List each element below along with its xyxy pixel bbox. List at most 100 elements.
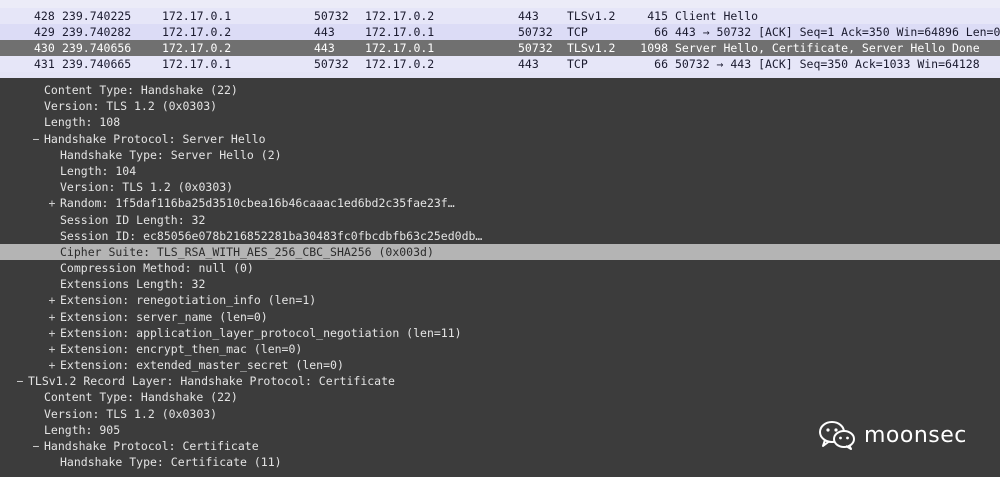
collapse-toggle-icon[interactable]: − bbox=[15, 373, 25, 389]
tree-item[interactable]: Content Type: Handshake (22) bbox=[0, 82, 1000, 98]
tree-item-label: Handshake Protocol: Server Hello bbox=[44, 132, 266, 146]
wechat-icon bbox=[819, 421, 855, 450]
tree-item-collapsed[interactable]: + Extension: encrypt_then_mac (len=0) bbox=[0, 341, 1000, 357]
tree-item[interactable]: Length: 104 bbox=[0, 163, 1000, 179]
packet-row[interactable]: 431 239.740665 172.17.0.1 50732 172.17.0… bbox=[0, 56, 1000, 72]
expand-toggle-icon[interactable]: + bbox=[47, 357, 57, 373]
packet-source: 172.17.0.2 bbox=[162, 25, 232, 39]
tree-item[interactable]: Length: 108 bbox=[0, 114, 1000, 130]
tree-item-label: Handshake Protocol: Certificate bbox=[44, 439, 259, 453]
tree-item-label: Extension: encrypt_then_mac (len=0) bbox=[60, 342, 303, 356]
tree-item[interactable]: Version: TLS 1.2 (0x0303) bbox=[0, 98, 1000, 114]
packet-time: 239.740225 bbox=[62, 9, 132, 23]
tree-item-label: Length: 104 bbox=[60, 164, 137, 178]
packet-length: 66 bbox=[654, 25, 668, 39]
packet-source: 172.17.0.1 bbox=[162, 9, 232, 23]
packet-src-port: 443 bbox=[314, 41, 335, 55]
tree-item-label: Content Type: Handshake (22) bbox=[44, 390, 238, 404]
tree-item[interactable]: Session ID Length: 32 bbox=[0, 212, 1000, 228]
tree-item-label: Version: TLS 1.2 (0x0303) bbox=[44, 99, 218, 113]
packet-source: 172.17.0.1 bbox=[162, 57, 232, 71]
packet-number: 431 bbox=[34, 57, 55, 71]
tree-item-label: Random: 1f5daf116ba25d3510cbea16b46caaac… bbox=[60, 196, 455, 210]
packet-list[interactable]: 428 239.740225 172.17.0.1 50732 172.17.0… bbox=[0, 0, 1000, 78]
packet-destination: 172.17.0.2 bbox=[365, 57, 435, 71]
tree-item-label: Compression Method: null (0) bbox=[60, 261, 254, 275]
tree-item-label: Extension: application_layer_protocol_ne… bbox=[60, 326, 462, 340]
tree-item-label: Session ID: ec85056e078b216852281ba30483… bbox=[60, 229, 483, 243]
tree-item-collapsed[interactable]: + Random: 1f5daf116ba25d3510cbea16b46caa… bbox=[0, 195, 1000, 211]
tree-item-label: Extension: renegotiation_info (len=1) bbox=[60, 293, 317, 307]
packet-dst-port: 443 bbox=[518, 9, 539, 23]
packet-src-port: 443 bbox=[314, 25, 335, 39]
watermark: moonsec bbox=[818, 418, 967, 452]
packet-dst-port: 443 bbox=[518, 57, 539, 71]
packet-src-port: 50732 bbox=[314, 9, 349, 23]
packet-time: 239.740656 bbox=[62, 41, 132, 55]
tree-item[interactable]: Compression Method: null (0) bbox=[0, 260, 1000, 276]
packet-length: 66 bbox=[654, 57, 668, 71]
packet-time: 239.740282 bbox=[62, 25, 132, 39]
packet-destination: 172.17.0.1 bbox=[365, 25, 435, 39]
packet-row[interactable]: 429 239.740282 172.17.0.2 443 172.17.0.1… bbox=[0, 24, 1000, 40]
packet-protocol: TCP bbox=[567, 25, 588, 39]
tree-item-label: Handshake Type: Server Hello (2) bbox=[60, 148, 282, 162]
tree-item-label: Session ID Length: 32 bbox=[60, 213, 206, 227]
expand-toggle-icon[interactable]: + bbox=[47, 195, 57, 211]
packet-time: 239.740665 bbox=[62, 57, 132, 71]
tree-item-label: Version: TLS 1.2 (0x0303) bbox=[60, 180, 234, 194]
tree-item-label: Content Type: Handshake (22) bbox=[44, 83, 238, 97]
packet-protocol: TCP bbox=[567, 57, 588, 71]
packet-destination: 172.17.0.2 bbox=[365, 9, 435, 23]
packet-row-partial[interactable] bbox=[0, 0, 1000, 8]
tree-item-highlighted[interactable]: Cipher Suite: TLS_RSA_WITH_AES_256_CBC_S… bbox=[0, 244, 1000, 260]
packet-protocol: TLSv1.2 bbox=[567, 41, 616, 55]
tree-item-label: Handshake Type: Certificate (11) bbox=[60, 455, 282, 469]
packet-number: 430 bbox=[34, 41, 55, 55]
packet-number: 429 bbox=[34, 25, 55, 39]
packet-row[interactable]: 428 239.740225 172.17.0.1 50732 172.17.0… bbox=[0, 8, 1000, 24]
packet-info: 50732 → 443 [ACK] Seq=350 Ack=1033 Win=6… bbox=[675, 57, 980, 71]
packet-dst-port: 50732 bbox=[518, 41, 553, 55]
tree-item[interactable]: Content Type: Handshake (22) bbox=[0, 389, 1000, 405]
tree-item-label: Length: 108 bbox=[44, 115, 121, 129]
collapse-toggle-icon[interactable]: − bbox=[31, 131, 41, 147]
collapse-toggle-icon[interactable]: − bbox=[31, 438, 41, 454]
tree-item[interactable]: Session ID: ec85056e078b216852281ba30483… bbox=[0, 228, 1000, 244]
tree-item[interactable]: Version: TLS 1.2 (0x0303) bbox=[0, 179, 1000, 195]
expand-toggle-icon[interactable]: + bbox=[47, 341, 57, 357]
tree-item[interactable]: Handshake Type: Certificate (11) bbox=[0, 454, 1000, 470]
packet-dst-port: 50732 bbox=[518, 25, 553, 39]
watermark-text: moonsec bbox=[864, 422, 967, 448]
packet-source: 172.17.0.2 bbox=[162, 41, 232, 55]
packet-number: 428 bbox=[34, 9, 55, 23]
expand-toggle-icon[interactable]: + bbox=[47, 325, 57, 341]
tree-item-expanded[interactable]: − TLSv1.2 Record Layer: Handshake Protoc… bbox=[0, 373, 1000, 389]
packet-info: Server Hello, Certificate, Server Hello … bbox=[675, 41, 980, 55]
tree-item-label: TLSv1.2 Record Layer: Handshake Protocol… bbox=[28, 374, 395, 388]
tree-item-label: Extensions Length: 32 bbox=[60, 277, 206, 291]
tree-item-label: Extension: server_name (len=0) bbox=[60, 310, 268, 324]
tree-item-collapsed[interactable]: + Extension: server_name (len=0) bbox=[0, 309, 1000, 325]
packet-length: 1098 bbox=[640, 41, 668, 55]
tree-item[interactable]: Extensions Length: 32 bbox=[0, 276, 1000, 292]
tree-item[interactable]: Handshake Type: Server Hello (2) bbox=[0, 147, 1000, 163]
packet-destination: 172.17.0.1 bbox=[365, 41, 435, 55]
tree-item-collapsed[interactable]: + Extension: extended_master_secret (len… bbox=[0, 357, 1000, 373]
tree-item-expanded[interactable]: − Handshake Protocol: Server Hello bbox=[0, 131, 1000, 147]
tree-item-collapsed[interactable]: + Extension: application_layer_protocol_… bbox=[0, 325, 1000, 341]
packet-row-selected[interactable]: 430 239.740656 172.17.0.2 443 172.17.0.1… bbox=[0, 40, 1000, 56]
packet-src-port: 50732 bbox=[314, 57, 349, 71]
tree-item-label: Extension: extended_master_secret (len=0… bbox=[60, 358, 344, 372]
tree-item-collapsed[interactable]: + Extension: renegotiation_info (len=1) bbox=[0, 292, 1000, 308]
tree-item-label: Cipher Suite: TLS_RSA_WITH_AES_256_CBC_S… bbox=[60, 245, 434, 259]
packet-protocol: TLSv1.2 bbox=[567, 9, 616, 23]
packet-info: Client Hello bbox=[675, 9, 759, 23]
tree-item-label: Length: 905 bbox=[44, 423, 121, 437]
tree-item-partial[interactable] bbox=[0, 470, 1000, 477]
tree-item-label: Version: TLS 1.2 (0x0303) bbox=[44, 407, 218, 421]
expand-toggle-icon[interactable]: + bbox=[47, 309, 57, 325]
packet-info: 443 → 50732 [ACK] Seq=1 Ack=350 Win=6489… bbox=[675, 25, 1000, 39]
packet-length: 415 bbox=[647, 9, 668, 23]
expand-toggle-icon[interactable]: + bbox=[47, 292, 57, 308]
